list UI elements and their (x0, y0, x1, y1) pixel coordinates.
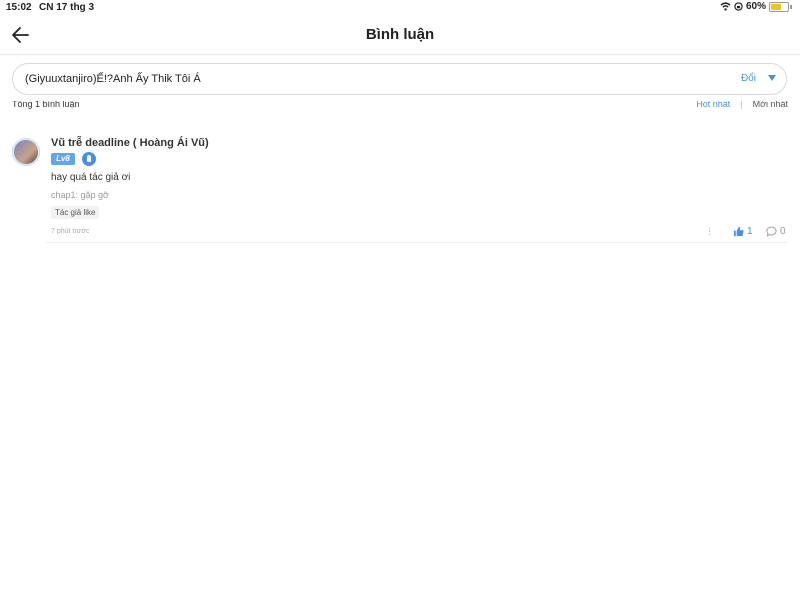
reply-button[interactable]: 0 (766, 226, 786, 237)
thumbs-up-icon (733, 226, 744, 237)
story-selector[interactable]: (Giyuuxtanjiro)Ế!?Anh Ấy Thik Tôi Á Đổi (12, 63, 787, 95)
status-date: CN 17 thg 3 (39, 2, 95, 13)
avatar[interactable] (12, 138, 40, 166)
level-badge: Lv8 (51, 153, 75, 165)
nav-bar: Bình luận (0, 16, 800, 55)
comments-header: Tổng 1 bình luận Hot nhất | Mới nhất (12, 101, 788, 113)
status-indicators: 60% (720, 1, 792, 12)
sort-new-tab[interactable]: Mới nhất (753, 101, 788, 109)
sort-divider: | (740, 101, 743, 109)
battery-tip (790, 4, 792, 9)
reply-count: 0 (780, 226, 786, 237)
like-button[interactable]: 1 (733, 226, 753, 237)
page-title: Bình luận (365, 26, 435, 43)
status-time: 15:02 (6, 2, 32, 13)
like-count: 1 (747, 226, 753, 237)
comment-item: Vũ trễ deadline ( Hoàng Ái Vũ) Lv8 hay q… (12, 134, 788, 244)
status-bar: 15:02 CN 17 thg 3 60% (0, 0, 800, 16)
verified-badge-icon (82, 152, 96, 166)
story-name: (Giyuuxtanjiro)Ế!?Anh Ấy Thik Tôi Á (25, 73, 201, 85)
wifi-icon (720, 2, 731, 11)
comment-divider (46, 242, 788, 243)
comment-text: hay quá tác giả ơi (51, 172, 131, 183)
comment-count: Tổng 1 bình luận (12, 101, 80, 109)
chapter-reference[interactable]: chap1: gặp gỡ (51, 190, 109, 200)
more-options-icon[interactable]: ⋮ (705, 227, 714, 236)
comment-user-name[interactable]: Vũ trễ deadline ( Hoàng Ái Vũ) (51, 137, 209, 149)
sort-hot-tab[interactable]: Hot nhất (696, 101, 730, 109)
sort-tabs: Hot nhất | Mới nhất (696, 101, 788, 109)
comment-bubble-icon (766, 226, 777, 237)
author-like-tag: Tác giả like (51, 206, 100, 219)
rotation-lock-icon (734, 2, 743, 11)
change-story-button[interactable]: Đổi (741, 73, 756, 84)
battery-icon (769, 1, 789, 12)
caret-down-icon[interactable] (768, 75, 776, 81)
battery-percent: 60% (745, 1, 766, 12)
comment-time: 7 phút trước (51, 228, 90, 235)
